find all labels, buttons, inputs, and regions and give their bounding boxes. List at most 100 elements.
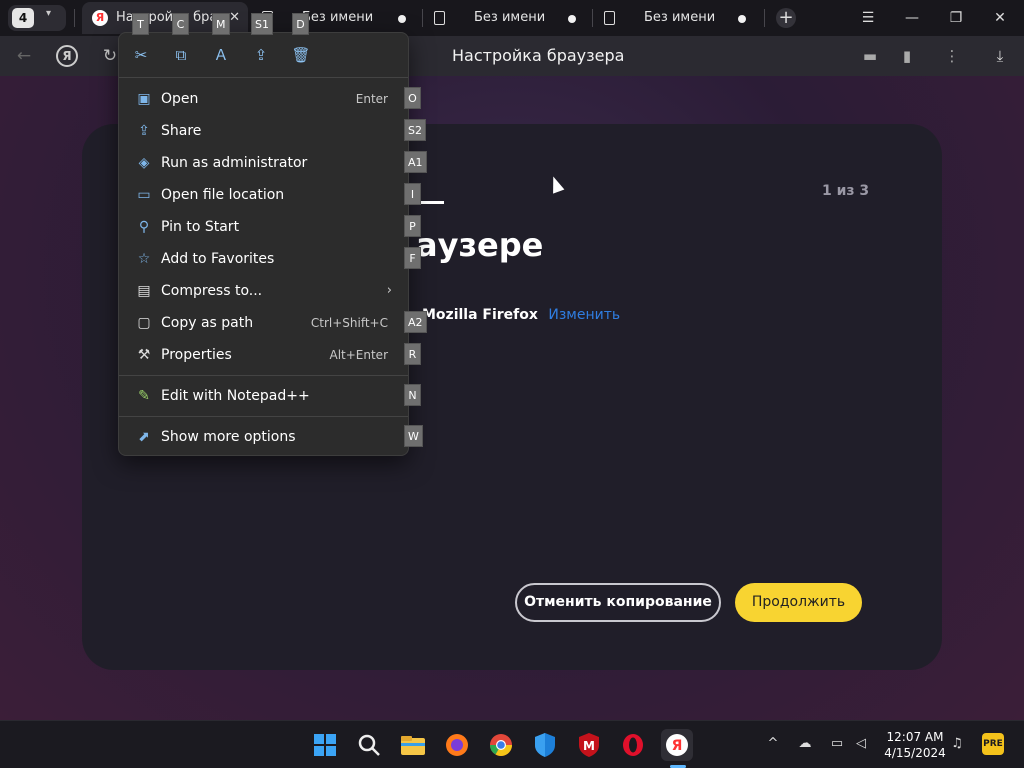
- clock-date: 4/15/2024: [884, 746, 946, 760]
- keytip: C: [172, 13, 189, 35]
- more-options-icon: ⬈: [138, 429, 150, 445]
- menu-item-label: Open: [161, 91, 199, 107]
- firefox-icon[interactable]: [441, 729, 473, 761]
- opera-icon[interactable]: [617, 729, 649, 761]
- browser-tab-strip: 4 ▾ Я Настройка браузера ✕ Без имени Без…: [0, 0, 1024, 36]
- pin-icon: ⚲: [138, 219, 150, 235]
- context-menu: ✂ ⧉ Ａ ⇪ 🗑 ▣ Open Enter ⇪ Share ◈ Run as …: [118, 32, 409, 456]
- svg-text:Я: Я: [672, 738, 683, 754]
- open-icon: ▣: [137, 91, 151, 107]
- copilot-pre-icon[interactable]: PRE: [982, 733, 1004, 755]
- tab-untitled-3[interactable]: Без имени: [594, 2, 760, 34]
- tab-counter-button[interactable]: 4 ▾: [8, 5, 66, 31]
- archive-icon: ▤: [137, 283, 151, 299]
- menu-item-label: Show more options: [161, 429, 296, 445]
- address-page-title[interactable]: Настройка браузера: [452, 36, 624, 76]
- minimize-icon[interactable]: —: [890, 0, 934, 36]
- import-source-name: Mozilla Firefox: [422, 307, 538, 323]
- share-icon[interactable]: ⇪: [249, 43, 273, 67]
- menu-hamburger-icon[interactable]: ☰: [846, 0, 890, 36]
- menu-item-shortcut: Enter: [355, 92, 388, 106]
- more-vertical-icon[interactable]: ⋮: [940, 44, 964, 68]
- menu-separator: [119, 416, 408, 417]
- mcafee-icon[interactable]: M: [573, 729, 605, 761]
- menu-item-compress-to[interactable]: ▤ Compress to... ›: [125, 276, 404, 306]
- onedrive-offline-icon[interactable]: ☁: [796, 735, 814, 753]
- menu-item-open-file-location[interactable]: ▭ Open file location: [125, 180, 404, 210]
- menu-item-run-as-administrator[interactable]: ◈ Run as administrator: [125, 148, 404, 178]
- keytip: P: [404, 215, 421, 237]
- menu-item-label: Run as administrator: [161, 155, 308, 171]
- change-link[interactable]: Изменить: [548, 307, 620, 323]
- start-icon[interactable]: [309, 729, 341, 761]
- chevron-down-icon: ▾: [46, 8, 52, 19]
- restore-icon[interactable]: ❐: [934, 0, 978, 36]
- tab-count: 4: [12, 8, 34, 28]
- chevron-right-icon: ›: [386, 283, 392, 298]
- defender-icon[interactable]: [529, 729, 561, 761]
- menu-item-properties[interactable]: ⚒ Properties Alt+Enter: [125, 340, 404, 370]
- keytip: A1: [404, 151, 427, 173]
- chrome-icon[interactable]: [485, 729, 517, 761]
- keytip: N: [404, 384, 421, 406]
- menu-item-open[interactable]: ▣ Open Enter: [125, 84, 404, 114]
- menu-item-label: Pin to Start: [161, 219, 240, 235]
- svg-text:M: M: [583, 739, 595, 753]
- close-window-icon[interactable]: ✕: [978, 0, 1022, 36]
- cancel-copy-button[interactable]: Отменить копирование: [515, 583, 721, 622]
- document-icon: [604, 11, 615, 25]
- menu-item-pin-to-start[interactable]: ⚲ Pin to Start: [125, 212, 404, 242]
- keytip: W: [404, 425, 423, 447]
- menu-item-add-to-favorites[interactable]: ☆ Add to Favorites: [125, 244, 404, 274]
- chat-bubble-icon[interactable]: ▬: [858, 44, 882, 68]
- menu-item-copy-as-path[interactable]: ▢ Copy as path Ctrl+Shift+C: [125, 308, 404, 338]
- rename-icon[interactable]: Ａ: [209, 43, 233, 67]
- tab-untitled-2[interactable]: Без имени: [424, 2, 590, 34]
- folder-icon: ▭: [137, 187, 151, 203]
- keytip: D: [292, 13, 309, 35]
- unsaved-dot-icon: [568, 15, 576, 23]
- back-arrow-icon[interactable]: ←: [12, 44, 36, 68]
- taskbar: M Я ^ ☁ ▭ ◁ 12:07 AM 4/15/2024 ♫ PRE: [0, 720, 1024, 768]
- tab-separator: [592, 9, 593, 27]
- display-icon[interactable]: ▭: [828, 735, 846, 753]
- page-headline: аузере: [416, 226, 544, 264]
- yandex-favicon-icon: Я: [92, 10, 108, 26]
- import-source-row: Mozilla Firefox Изменить: [422, 307, 620, 323]
- menu-item-label: Edit with Notepad++: [161, 388, 310, 404]
- document-icon: [434, 11, 445, 25]
- continue-button[interactable]: Продолжить: [735, 583, 862, 622]
- file-explorer-icon[interactable]: [397, 729, 429, 761]
- star-icon: ☆: [137, 251, 151, 267]
- cut-icon[interactable]: ✂: [129, 43, 153, 67]
- tab-close-icon[interactable]: ✕: [229, 2, 240, 34]
- menu-item-shortcut: Ctrl+Shift+C: [310, 316, 388, 330]
- menu-item-show-more-options[interactable]: ⬈ Show more options: [125, 422, 404, 452]
- chevron-up-icon[interactable]: ^: [764, 735, 782, 753]
- volume-muted-icon[interactable]: ◁: [852, 735, 870, 753]
- keytip: R: [404, 343, 421, 365]
- menu-item-label: Share: [161, 123, 202, 139]
- wrench-icon: ⚒: [137, 347, 151, 363]
- tab-untitled-1[interactable]: Без имени: [252, 2, 420, 34]
- new-tab-plus-icon[interactable]: +: [776, 8, 796, 28]
- bookmark-icon[interactable]: ▮: [895, 44, 919, 68]
- delete-icon[interactable]: 🗑: [289, 43, 313, 67]
- keytip: T: [132, 13, 149, 35]
- menu-item-label: Open file location: [161, 187, 285, 203]
- yandex-logo-icon[interactable]: Я: [56, 45, 78, 67]
- menu-separator: [119, 375, 408, 376]
- tab-separator: [74, 9, 75, 27]
- copy-icon[interactable]: ⧉: [169, 43, 193, 67]
- taskbar-clock[interactable]: 12:07 AM 4/15/2024: [884, 729, 946, 761]
- tab-title: Без имени: [644, 10, 716, 25]
- yandex-browser-icon[interactable]: Я: [661, 729, 693, 761]
- search-icon[interactable]: [353, 729, 385, 761]
- menu-item-label: Properties: [161, 347, 232, 363]
- copy-path-icon: ▢: [137, 315, 151, 331]
- download-icon[interactable]: ⤓: [988, 44, 1012, 68]
- menu-item-share[interactable]: ⇪ Share: [125, 116, 404, 146]
- menu-item-edit-with-notepad[interactable]: ✎ Edit with Notepad++: [125, 381, 404, 411]
- notification-bell-icon[interactable]: ♫: [948, 735, 966, 753]
- menu-separator: [119, 77, 408, 78]
